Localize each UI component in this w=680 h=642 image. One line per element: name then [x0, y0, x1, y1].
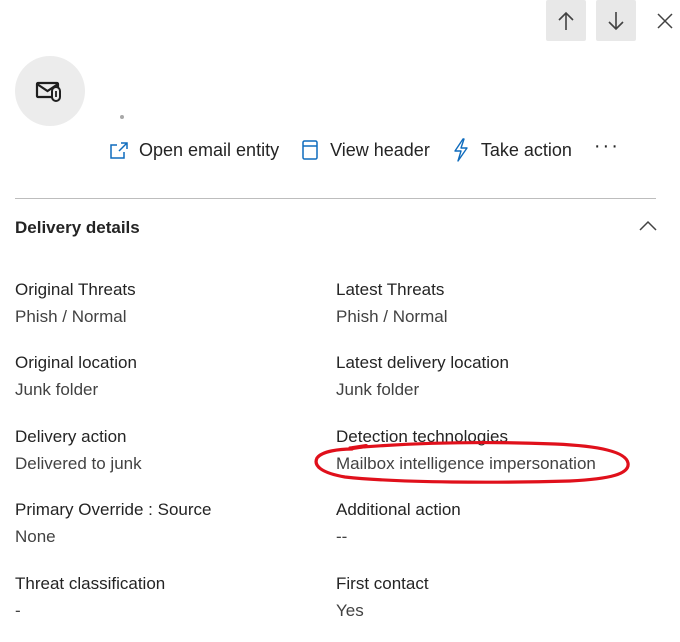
document-header-icon: [299, 139, 321, 161]
field-label: Delivery action: [15, 427, 127, 446]
action-toolbar: Open email entity View header Take actio…: [108, 135, 620, 162]
field-value: Yes: [336, 601, 364, 620]
field-label: Additional action: [336, 500, 461, 519]
field-value: -: [15, 601, 21, 620]
email-attachment-icon: [35, 81, 61, 102]
field-label: Latest delivery location: [336, 353, 509, 372]
field-label: Primary Override : Source: [15, 500, 212, 519]
latest-delivery-location-field: Latest delivery location Junk folder: [336, 353, 509, 400]
arrow-down-icon: [608, 11, 624, 30]
field-value: Junk folder: [336, 380, 420, 399]
field-label: Latest Threats: [336, 280, 445, 299]
lightning-icon: [450, 138, 472, 162]
field-value: --: [336, 527, 348, 546]
next-item-button[interactable]: [596, 0, 636, 41]
field-value: Mailbox intelligence impersonation: [336, 454, 596, 473]
field-value: None: [15, 527, 56, 546]
field-value: Junk folder: [15, 380, 99, 399]
additional-action-field: Additional action --: [336, 500, 461, 547]
view-header-button[interactable]: View header: [299, 139, 430, 161]
open-email-entity-label: Open email entity: [139, 139, 280, 160]
original-location-field: Original location Junk folder: [15, 353, 137, 400]
avatar: [15, 56, 85, 126]
previous-item-button[interactable]: [546, 0, 586, 41]
field-label: Detection technologies: [336, 427, 509, 446]
collapse-section-button[interactable]: [634, 214, 662, 238]
take-action-label: Take action: [480, 139, 572, 160]
first-contact-field: First contact Yes: [336, 574, 429, 621]
field-label: Threat classification: [15, 574, 166, 593]
close-icon: [657, 13, 673, 29]
field-label: Original Threats: [15, 280, 136, 299]
threat-classification-field: Threat classification -: [15, 574, 165, 621]
take-action-button[interactable]: Take action: [450, 138, 572, 162]
original-threats-field: Original Threats Phish / Normal: [15, 280, 136, 327]
open-external-icon: [108, 139, 130, 161]
field-label: Original location: [15, 353, 137, 372]
subject-placeholder: [120, 115, 124, 119]
section-title: Delivery details: [15, 218, 140, 237]
view-header-label: View header: [330, 139, 430, 160]
field-label: First contact: [336, 574, 429, 593]
divider: [15, 198, 656, 199]
close-button[interactable]: [652, 8, 678, 34]
more-actions-button[interactable]: ···: [594, 135, 620, 158]
latest-threats-field: Latest Threats Phish / Normal: [336, 280, 447, 327]
field-value: Phish / Normal: [15, 307, 127, 326]
field-value: Delivered to junk: [15, 454, 142, 473]
open-email-entity-button[interactable]: Open email entity: [108, 139, 279, 161]
field-value: Phish / Normal: [336, 307, 448, 326]
chevron-up-icon: [639, 220, 657, 231]
delivery-action-field: Delivery action Delivered to junk: [15, 427, 142, 474]
email-details-panel: Open email entity View header Take actio…: [0, 0, 680, 642]
arrow-up-icon: [558, 11, 574, 30]
detection-technologies-field: Detection technologies Mailbox intellige…: [336, 427, 596, 474]
primary-override-field: Primary Override : Source None: [15, 500, 212, 547]
